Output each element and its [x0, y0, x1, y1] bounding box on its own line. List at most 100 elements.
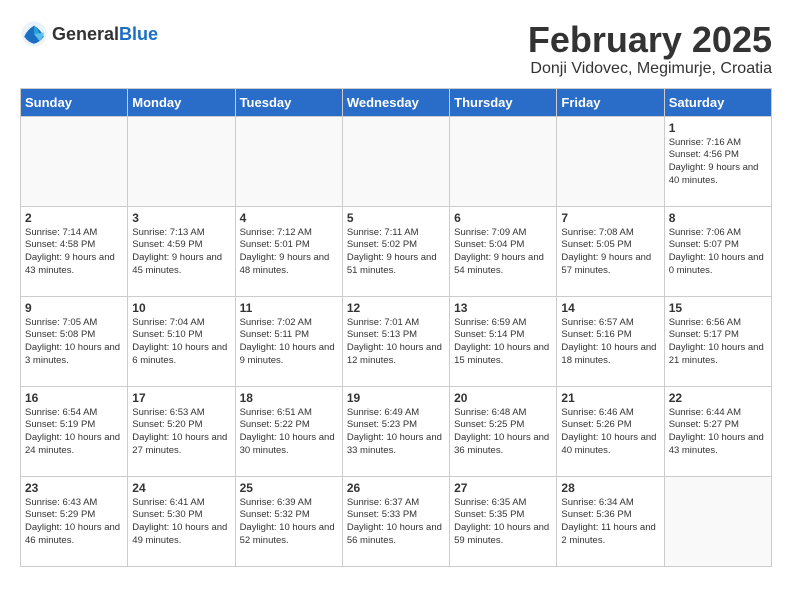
day-info: Sunrise: 7:04 AM Sunset: 5:10 PM Dayligh…	[132, 317, 230, 368]
day-info: Sunrise: 7:13 AM Sunset: 4:59 PM Dayligh…	[132, 227, 230, 278]
day-info: Sunrise: 6:57 AM Sunset: 5:16 PM Dayligh…	[561, 317, 659, 368]
day-number: 28	[561, 481, 659, 495]
calendar-day-cell: 20 Sunrise: 6:48 AM Sunset: 5:25 PM Dayli…	[450, 386, 557, 476]
location-title: Donji Vidovec, Megimurje, Croatia	[528, 60, 772, 78]
calendar-day-cell: 12 Sunrise: 7:01 AM Sunset: 5:13 PM Dayli…	[342, 296, 449, 386]
day-number: 3	[132, 211, 230, 225]
title-area: February 2025 Donji Vidovec, Megimurje, …	[528, 20, 772, 78]
calendar-day-cell: 15 Sunrise: 6:56 AM Sunset: 5:17 PM Dayli…	[664, 296, 771, 386]
calendar-day-cell: 26 Sunrise: 6:37 AM Sunset: 5:33 PM Dayli…	[342, 476, 449, 566]
calendar-day-cell: 16 Sunrise: 6:54 AM Sunset: 5:19 PM Dayli…	[21, 386, 128, 476]
logo-icon	[20, 20, 48, 48]
calendar-day-cell	[450, 116, 557, 206]
day-info: Sunrise: 6:48 AM Sunset: 5:25 PM Dayligh…	[454, 407, 552, 458]
day-number: 10	[132, 301, 230, 315]
calendar-day-cell: 10 Sunrise: 7:04 AM Sunset: 5:10 PM Dayli…	[128, 296, 235, 386]
day-info: Sunrise: 6:39 AM Sunset: 5:32 PM Dayligh…	[240, 497, 338, 548]
calendar-day-cell: 1Sunrise: 7:16 AM Sunset: 4:56 PM Daylig…	[664, 116, 771, 206]
calendar-day-cell	[342, 116, 449, 206]
weekday-header: Friday	[557, 88, 664, 116]
day-info: Sunrise: 6:44 AM Sunset: 5:27 PM Dayligh…	[669, 407, 767, 458]
day-info: Sunrise: 6:59 AM Sunset: 5:14 PM Dayligh…	[454, 317, 552, 368]
day-number: 6	[454, 211, 552, 225]
day-number: 20	[454, 391, 552, 405]
day-number: 1	[669, 121, 767, 135]
calendar-day-cell: 11 Sunrise: 7:02 AM Sunset: 5:11 PM Dayli…	[235, 296, 342, 386]
day-number: 17	[132, 391, 230, 405]
calendar-week-row: 9 Sunrise: 7:05 AM Sunset: 5:08 PM Daylig…	[21, 296, 772, 386]
day-info: Sunrise: 6:49 AM Sunset: 5:23 PM Dayligh…	[347, 407, 445, 458]
day-info: Sunrise: 6:34 AM Sunset: 5:36 PM Dayligh…	[561, 497, 659, 548]
day-number: 5	[347, 211, 445, 225]
calendar-week-row: 16 Sunrise: 6:54 AM Sunset: 5:19 PM Dayli…	[21, 386, 772, 476]
day-info: Sunrise: 6:41 AM Sunset: 5:30 PM Dayligh…	[132, 497, 230, 548]
calendar-day-cell: 3 Sunrise: 7:13 AM Sunset: 4:59 PM Daylig…	[128, 206, 235, 296]
day-number: 19	[347, 391, 445, 405]
day-number: 4	[240, 211, 338, 225]
day-number: 24	[132, 481, 230, 495]
day-info: Sunrise: 7:06 AM Sunset: 5:07 PM Dayligh…	[669, 227, 767, 278]
day-number: 9	[25, 301, 123, 315]
calendar-day-cell: 2 Sunrise: 7:14 AM Sunset: 4:58 PM Daylig…	[21, 206, 128, 296]
calendar-day-cell: 22 Sunrise: 6:44 AM Sunset: 5:27 PM Dayli…	[664, 386, 771, 476]
calendar-day-cell: 19 Sunrise: 6:49 AM Sunset: 5:23 PM Dayli…	[342, 386, 449, 476]
day-number: 23	[25, 481, 123, 495]
calendar-day-cell: 9 Sunrise: 7:05 AM Sunset: 5:08 PM Daylig…	[21, 296, 128, 386]
calendar-day-cell: 7Sunrise: 7:08 AM Sunset: 5:05 PM Daylig…	[557, 206, 664, 296]
calendar-week-row: 1Sunrise: 7:16 AM Sunset: 4:56 PM Daylig…	[21, 116, 772, 206]
day-info: Sunrise: 7:14 AM Sunset: 4:58 PM Dayligh…	[25, 227, 123, 278]
calendar-week-row: 2 Sunrise: 7:14 AM Sunset: 4:58 PM Daylig…	[21, 206, 772, 296]
calendar-day-cell: 27Sunrise: 6:35 AM Sunset: 5:35 PM Dayli…	[450, 476, 557, 566]
weekday-header: Sunday	[21, 88, 128, 116]
day-info: Sunrise: 7:01 AM Sunset: 5:13 PM Dayligh…	[347, 317, 445, 368]
day-info: Sunrise: 6:37 AM Sunset: 5:33 PM Dayligh…	[347, 497, 445, 548]
day-info: Sunrise: 7:09 AM Sunset: 5:04 PM Dayligh…	[454, 227, 552, 278]
day-info: Sunrise: 6:56 AM Sunset: 5:17 PM Dayligh…	[669, 317, 767, 368]
calendar-day-cell: 4 Sunrise: 7:12 AM Sunset: 5:01 PM Daylig…	[235, 206, 342, 296]
header: GeneralBlue February 2025 Donji Vidovec,…	[20, 20, 772, 78]
day-number: 18	[240, 391, 338, 405]
day-number: 25	[240, 481, 338, 495]
day-number: 26	[347, 481, 445, 495]
day-number: 12	[347, 301, 445, 315]
day-info: Sunrise: 6:43 AM Sunset: 5:29 PM Dayligh…	[25, 497, 123, 548]
calendar-day-cell: 28 Sunrise: 6:34 AM Sunset: 5:36 PM Dayli…	[557, 476, 664, 566]
day-number: 16	[25, 391, 123, 405]
calendar-day-cell: 24 Sunrise: 6:41 AM Sunset: 5:30 PM Dayli…	[128, 476, 235, 566]
calendar-day-cell	[21, 116, 128, 206]
calendar-day-cell: 6 Sunrise: 7:09 AM Sunset: 5:04 PM Daylig…	[450, 206, 557, 296]
calendar: SundayMondayTuesdayWednesdayThursdayFrid…	[20, 88, 772, 567]
day-number: 13	[454, 301, 552, 315]
month-title: February 2025	[528, 20, 772, 60]
day-info: Sunrise: 6:54 AM Sunset: 5:19 PM Dayligh…	[25, 407, 123, 458]
calendar-day-cell: 8Sunrise: 7:06 AM Sunset: 5:07 PM Daylig…	[664, 206, 771, 296]
day-number: 21	[561, 391, 659, 405]
weekday-header: Tuesday	[235, 88, 342, 116]
weekday-header: Monday	[128, 88, 235, 116]
day-number: 11	[240, 301, 338, 315]
day-number: 27	[454, 481, 552, 495]
logo-general-text: General	[52, 24, 119, 44]
calendar-day-cell: 23 Sunrise: 6:43 AM Sunset: 5:29 PM Dayli…	[21, 476, 128, 566]
weekday-header: Wednesday	[342, 88, 449, 116]
day-info: Sunrise: 7:11 AM Sunset: 5:02 PM Dayligh…	[347, 227, 445, 278]
calendar-day-cell: 13 Sunrise: 6:59 AM Sunset: 5:14 PM Dayli…	[450, 296, 557, 386]
calendar-day-cell: 21 Sunrise: 6:46 AM Sunset: 5:26 PM Dayli…	[557, 386, 664, 476]
day-info: Sunrise: 6:46 AM Sunset: 5:26 PM Dayligh…	[561, 407, 659, 458]
day-info: Sunrise: 7:02 AM Sunset: 5:11 PM Dayligh…	[240, 317, 338, 368]
day-info: Sunrise: 6:53 AM Sunset: 5:20 PM Dayligh…	[132, 407, 230, 458]
weekday-header: Saturday	[664, 88, 771, 116]
calendar-day-cell	[664, 476, 771, 566]
day-info: Sunrise: 7:05 AM Sunset: 5:08 PM Dayligh…	[25, 317, 123, 368]
calendar-day-cell: 17 Sunrise: 6:53 AM Sunset: 5:20 PM Dayli…	[128, 386, 235, 476]
weekday-header: Thursday	[450, 88, 557, 116]
day-number: 15	[669, 301, 767, 315]
day-number: 2	[25, 211, 123, 225]
calendar-day-cell: 18Sunrise: 6:51 AM Sunset: 5:22 PM Dayli…	[235, 386, 342, 476]
day-number: 22	[669, 391, 767, 405]
day-info: Sunrise: 7:12 AM Sunset: 5:01 PM Dayligh…	[240, 227, 338, 278]
day-number: 14	[561, 301, 659, 315]
calendar-day-cell: 5 Sunrise: 7:11 AM Sunset: 5:02 PM Daylig…	[342, 206, 449, 296]
calendar-day-cell	[235, 116, 342, 206]
calendar-day-cell: 25 Sunrise: 6:39 AM Sunset: 5:32 PM Dayli…	[235, 476, 342, 566]
